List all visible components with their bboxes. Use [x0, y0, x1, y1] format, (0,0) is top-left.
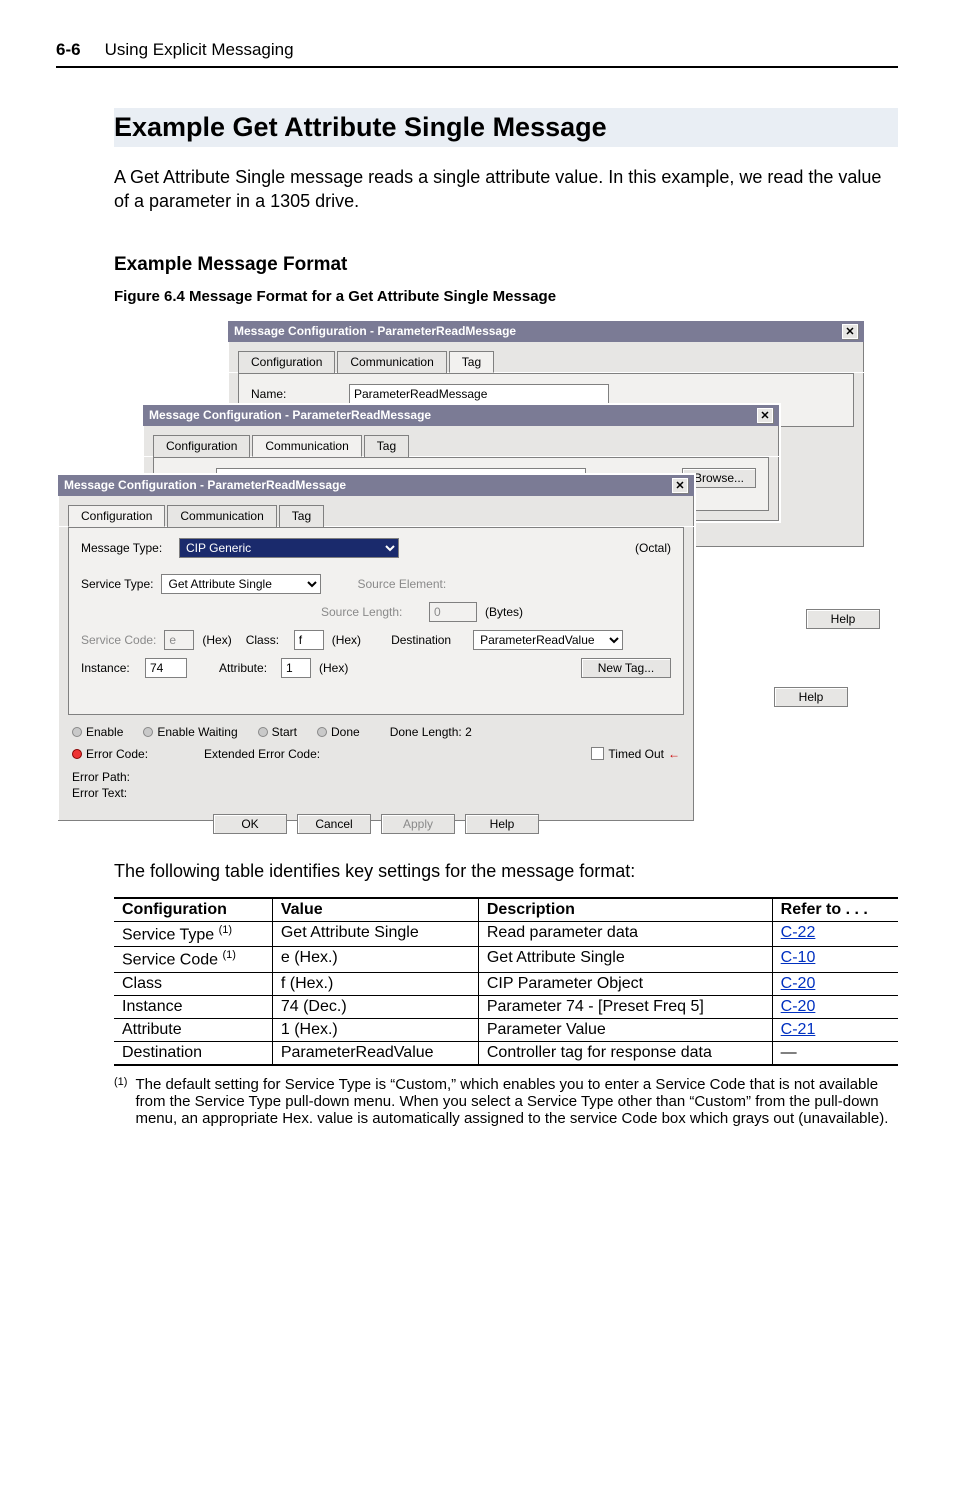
- help-button[interactable]: Help: [465, 814, 539, 834]
- table-row: Destination ParameterReadValue Controlle…: [114, 1041, 898, 1065]
- destination-select[interactable]: ParameterReadValue: [473, 630, 623, 650]
- hex-label-1: (Hex): [202, 633, 231, 647]
- attribute-label: Attribute:: [219, 661, 273, 675]
- dialog-stack: Message Configuration - ParameterReadMes…: [6, 319, 898, 829]
- tab-tag[interactable]: Tag: [449, 351, 494, 373]
- enable-waiting-label: Enable Waiting: [157, 725, 237, 739]
- dialog-tag-title: Message Configuration - ParameterReadMes…: [234, 324, 516, 338]
- ref-link[interactable]: C-21: [781, 1021, 816, 1038]
- chapter-title: Using Explicit Messaging: [105, 40, 294, 60]
- table-row: Service Type (1) Get Attribute Single Re…: [114, 921, 898, 946]
- service-code-label: Service Code:: [81, 633, 156, 647]
- source-length-input: [429, 602, 477, 622]
- enable-status-icon: [72, 727, 82, 737]
- source-element-label: Source Element:: [357, 577, 457, 591]
- class-label: Class:: [246, 633, 286, 647]
- tab-tag[interactable]: Tag: [279, 505, 324, 527]
- help-button-outer[interactable]: Help: [806, 609, 880, 629]
- tab-configuration[interactable]: Configuration: [238, 351, 335, 373]
- apply-button: Apply: [381, 814, 455, 834]
- dialog-comm-title: Message Configuration - ParameterReadMes…: [149, 408, 431, 422]
- tab-tag[interactable]: Tag: [364, 435, 409, 457]
- enable-waiting-status-icon: [143, 727, 153, 737]
- close-icon[interactable]: ✕: [672, 478, 688, 493]
- close-icon[interactable]: ✕: [842, 324, 858, 339]
- header-rule: [56, 66, 898, 68]
- error-path-label: Error Path:: [72, 769, 680, 786]
- start-status-icon: [258, 727, 268, 737]
- destination-label: Destination: [391, 633, 465, 647]
- table-row: Attribute 1 (Hex.) Parameter Value C-21: [114, 1018, 898, 1041]
- service-type-select[interactable]: Get Attribute Single: [161, 574, 321, 594]
- cancel-button[interactable]: Cancel: [297, 814, 371, 834]
- col-value: Value: [272, 898, 478, 922]
- error-status-icon: [72, 749, 82, 759]
- octal-label: (Octal): [635, 541, 671, 555]
- page-number: 6-6: [56, 40, 81, 60]
- ref-link[interactable]: C-20: [781, 998, 816, 1015]
- example-format-heading: Example Message Format: [114, 254, 898, 276]
- done-length-value: 2: [465, 725, 472, 739]
- footnote-marker: (1): [114, 1076, 127, 1127]
- name-label: Name:: [251, 387, 341, 401]
- dialog-configuration: Message Configuration - ParameterReadMes…: [56, 473, 696, 823]
- tab-communication[interactable]: Communication: [252, 435, 361, 457]
- instance-input[interactable]: [145, 658, 187, 678]
- name-input[interactable]: [349, 384, 609, 404]
- extended-error-label: Extended Error Code:: [204, 747, 320, 761]
- ref-link[interactable]: C-10: [781, 949, 816, 966]
- tab-configuration[interactable]: Configuration: [153, 435, 250, 457]
- footnote-text: The default setting for Service Type is …: [135, 1076, 898, 1127]
- close-icon[interactable]: ✕: [757, 408, 773, 423]
- settings-table: Configuration Value Description Refer to…: [114, 897, 898, 1066]
- attribute-input[interactable]: [281, 658, 311, 678]
- bytes-label: (Bytes): [485, 605, 523, 619]
- intro-paragraph: A Get Attribute Single message reads a s…: [114, 165, 898, 214]
- dialog-config-title: Message Configuration - ParameterReadMes…: [64, 478, 346, 492]
- tab-configuration[interactable]: Configuration: [68, 505, 165, 527]
- timed-out-label: Timed Out: [608, 747, 664, 761]
- instance-label: Instance:: [81, 661, 137, 675]
- tab-communication[interactable]: Communication: [337, 351, 446, 373]
- new-tag-button[interactable]: New Tag...: [581, 658, 671, 678]
- help-button[interactable]: Help: [774, 687, 848, 707]
- col-refer: Refer to . . .: [772, 898, 898, 922]
- table-row: Class f (Hex.) CIP Parameter Object C-20: [114, 972, 898, 995]
- message-type-select[interactable]: CIP Generic: [179, 538, 399, 558]
- figure-caption: Figure 6.4 Message Format for a Get Attr…: [114, 288, 898, 305]
- ref-link[interactable]: C-22: [781, 924, 816, 941]
- tab-communication[interactable]: Communication: [167, 505, 276, 527]
- error-text-label: Error Text:: [72, 785, 680, 802]
- table-intro: The following table identifies key setti…: [114, 859, 898, 883]
- hex-label-2: (Hex): [332, 633, 361, 647]
- done-status-icon: [317, 727, 327, 737]
- message-type-label: Message Type:: [81, 541, 171, 555]
- service-code-input: [164, 630, 194, 650]
- footnote: (1) The default setting for Service Type…: [114, 1076, 898, 1127]
- table-row: Instance 74 (Dec.) Parameter 74 - [Prese…: [114, 995, 898, 1018]
- timed-out-checkbox[interactable]: [591, 747, 604, 760]
- col-configuration: Configuration: [114, 898, 272, 922]
- section-title: Example Get Attribute Single Message: [114, 108, 898, 147]
- ref-link[interactable]: C-20: [781, 975, 816, 992]
- error-code-label: Error Code:: [86, 747, 148, 761]
- ok-button[interactable]: OK: [213, 814, 287, 834]
- service-type-label: Service Type:: [81, 577, 153, 591]
- col-description: Description: [478, 898, 772, 922]
- page-header: 6-6 Using Explicit Messaging: [56, 40, 898, 60]
- start-label: Start: [272, 725, 297, 739]
- enable-label: Enable: [86, 725, 123, 739]
- class-input[interactable]: [294, 630, 324, 650]
- hex-label-3: (Hex): [319, 661, 348, 675]
- done-label: Done: [331, 725, 360, 739]
- table-row: Service Code (1) e (Hex.) Get Attribute …: [114, 947, 898, 972]
- source-length-label: Source Length:: [321, 605, 421, 619]
- done-length-label: Done Length:: [390, 725, 462, 739]
